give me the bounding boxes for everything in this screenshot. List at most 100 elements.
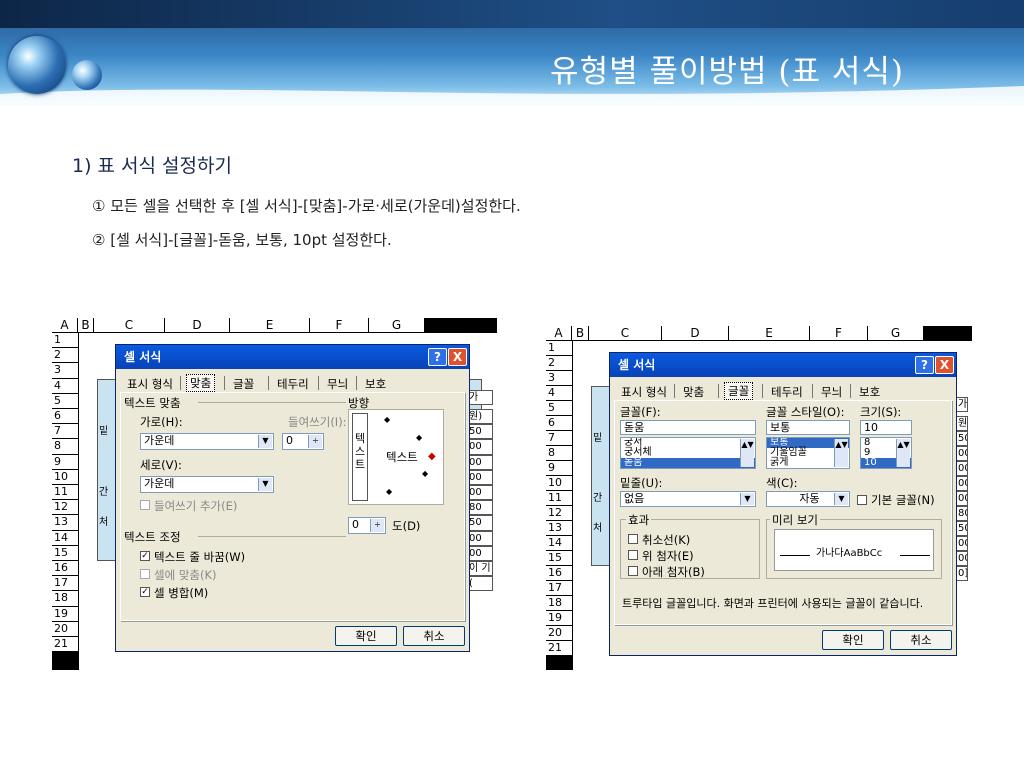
spinner-arrows-icon[interactable]: ÷ [370, 519, 384, 532]
row-header-16[interactable]: 16 [52, 561, 78, 577]
table-cell[interactable]: 0] [956, 566, 968, 581]
row-header-3[interactable]: 3 [546, 371, 572, 386]
row-header-6[interactable]: 6 [546, 416, 572, 431]
scrollbar-arrows-icon[interactable]: ▲▼ [834, 439, 848, 467]
row-header-21[interactable]: 21 [52, 637, 78, 653]
chevron-down-icon[interactable]: ▼ [258, 435, 272, 448]
column-header-e[interactable]: E [729, 326, 810, 340]
tab-format[interactable]: 표시 형식 [618, 384, 670, 400]
ok-button[interactable]: 확인 [335, 626, 397, 646]
row-header-12[interactable]: 12 [52, 500, 78, 516]
ok-button[interactable]: 확인 [822, 630, 884, 650]
tab-align[interactable]: 맞춤 [186, 374, 216, 392]
row-header-9[interactable]: 9 [52, 454, 78, 470]
table-cell[interactable]: 50 [467, 424, 493, 440]
row-header-12[interactable]: 12 [546, 506, 572, 521]
column-header-g[interactable]: G [369, 318, 425, 332]
row-header-10[interactable]: 10 [546, 476, 572, 491]
row-header-1[interactable]: 1 [546, 341, 572, 356]
help-button[interactable]: ? [915, 356, 934, 374]
row-header-19[interactable]: 19 [52, 606, 78, 622]
table-cell[interactable]: 00 [956, 446, 968, 461]
row-header-5[interactable]: 5 [52, 393, 78, 409]
row-header-2[interactable]: 2 [52, 348, 78, 364]
row-header-19[interactable]: 19 [546, 611, 572, 626]
row-header-4[interactable]: 4 [546, 386, 572, 401]
column-header-d[interactable]: D [662, 326, 729, 340]
style-input[interactable]: 보통 [766, 420, 850, 435]
row-header-9[interactable]: 9 [546, 461, 572, 476]
add-indent-checkbox[interactable] [140, 500, 150, 510]
vertical-select[interactable]: 가운데 ▼ [140, 476, 274, 493]
table-cell[interactable]: 00 [467, 469, 493, 485]
row-header-13[interactable]: 13 [546, 521, 572, 536]
table-cell[interactable]: ( [467, 576, 493, 592]
underline-select[interactable]: 없음 ▼ [620, 491, 756, 507]
table-cell[interactable]: 가 [956, 397, 968, 412]
column-header-b[interactable]: B [78, 318, 94, 332]
close-button[interactable]: X [935, 356, 954, 374]
row-header-6[interactable]: 6 [52, 409, 78, 425]
spinner-arrows-icon[interactable]: ÷ [308, 435, 322, 448]
table-cell[interactable]: 원) [467, 409, 493, 425]
table-cell[interactable]: 50 [956, 431, 968, 446]
font-list-item[interactable]: 돋움 [621, 458, 755, 468]
scrollbar-arrows-icon[interactable]: ▲▼ [740, 439, 754, 467]
tab-font[interactable]: 글꼴 [724, 382, 754, 400]
row-header-18[interactable]: 18 [546, 596, 572, 611]
merge-cells-checkbox[interactable]: ✓ [140, 587, 150, 597]
table-cell[interactable]: 00 [956, 551, 968, 566]
row-header-11[interactable]: 11 [52, 485, 78, 501]
tab-border[interactable]: 테두리 [768, 384, 806, 400]
tab-border[interactable]: 테두리 [274, 376, 312, 392]
row-header-16[interactable]: 16 [546, 566, 572, 581]
column-header-c[interactable]: C [589, 326, 662, 340]
cancel-button[interactable]: 취소 [890, 630, 952, 650]
row-header-15[interactable]: 15 [546, 551, 572, 566]
color-select[interactable]: 자동 ▼ [766, 491, 850, 507]
row-header-8[interactable]: 8 [546, 446, 572, 461]
table-cell[interactable]: 50 [956, 521, 968, 536]
table-cell[interactable]: 80 [956, 506, 968, 521]
table-cell[interactable]: 00 [467, 454, 493, 470]
table-cell[interactable]: 이 기 [467, 561, 493, 577]
row-header-14[interactable]: 14 [52, 530, 78, 546]
style-list[interactable]: 보통 기울임꼴 굵게 ▲▼ [766, 437, 850, 469]
orientation-handle-icon[interactable]: ◆ [428, 451, 436, 462]
chevron-down-icon[interactable]: ▼ [258, 478, 272, 491]
row-header-13[interactable]: 13 [52, 515, 78, 531]
column-header-f[interactable]: F [310, 318, 369, 332]
row-header-14[interactable]: 14 [546, 536, 572, 551]
row-header-20[interactable]: 20 [546, 626, 572, 641]
row-header-2[interactable]: 2 [546, 356, 572, 371]
strikethrough-checkbox[interactable] [628, 534, 638, 544]
wrap-text-checkbox[interactable]: ✓ [140, 551, 150, 561]
row-header-15[interactable]: 15 [52, 545, 78, 561]
column-header-g[interactable]: G [868, 326, 924, 340]
column-header-e[interactable]: E [230, 318, 310, 332]
tab-protect[interactable]: 보호 [362, 376, 389, 392]
column-header-c[interactable]: C [94, 318, 165, 332]
column-header-a[interactable]: A [52, 318, 78, 332]
row-header-11[interactable]: 11 [546, 491, 572, 506]
table-cell[interactable]: 80 [467, 500, 493, 516]
size-input[interactable]: 10 [860, 420, 912, 435]
chevron-down-icon[interactable]: ▼ [740, 493, 754, 505]
table-cell[interactable]: 50 [467, 515, 493, 531]
row-header-7[interactable]: 7 [546, 431, 572, 446]
tab-font[interactable]: 글꼴 [230, 376, 257, 392]
indent-spinner[interactable]: 0 ÷ [282, 433, 324, 450]
tab-pattern[interactable]: 무늬 [324, 376, 351, 392]
row-header-21[interactable]: 21 [546, 641, 572, 656]
tab-pattern[interactable]: 무늬 [818, 384, 845, 400]
column-header-a[interactable]: A [546, 326, 572, 340]
cancel-button[interactable]: 취소 [403, 626, 465, 646]
column-header-b[interactable]: B [572, 326, 589, 340]
row-header-4[interactable]: 4 [52, 378, 78, 394]
horizontal-select[interactable]: 가운데 ▼ [140, 433, 274, 450]
close-button[interactable]: X [448, 348, 467, 366]
table-cell[interactable]: 가 [467, 389, 493, 405]
shrink-fit-checkbox[interactable] [140, 569, 150, 579]
table-cell[interactable]: 00 [956, 491, 968, 506]
table-cell[interactable]: 00 [956, 461, 968, 476]
